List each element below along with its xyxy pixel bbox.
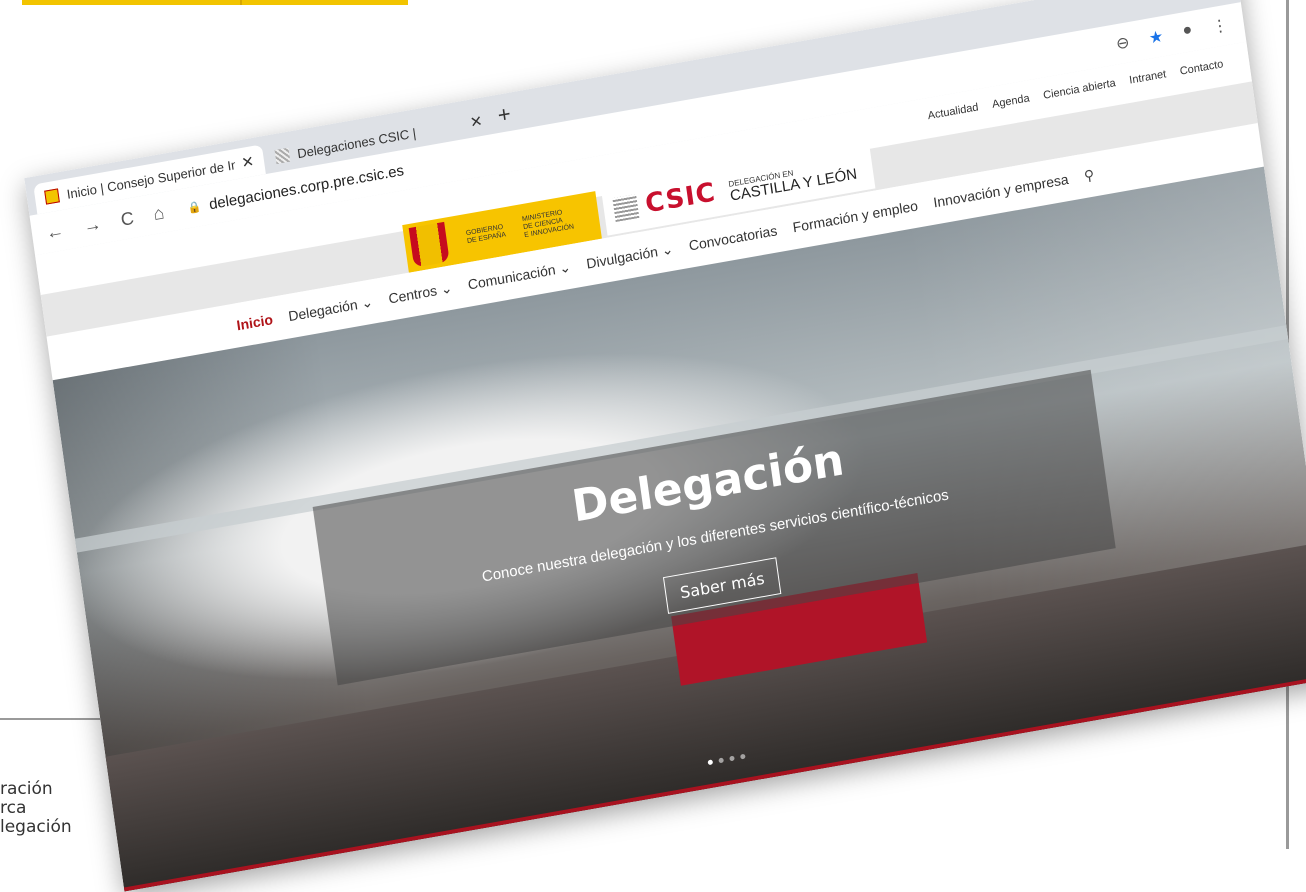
forward-icon[interactable]: → (82, 213, 103, 237)
search-icon[interactable]: ⚲ (1083, 166, 1095, 185)
link-contacto[interactable]: Contacto (1179, 58, 1224, 78)
spain-flag-icon (44, 188, 60, 205)
csic-mark-icon (612, 194, 640, 223)
caption-line: legación (0, 817, 72, 837)
menu-icon[interactable]: ⋮ (1211, 15, 1230, 38)
maximize-icon[interactable]: ▢ (1165, 0, 1183, 3)
minimize-icon[interactable]: – (1129, 0, 1141, 9)
zoom-icon[interactable]: ⊖ (1115, 32, 1131, 54)
browser-screenshot: Inicio | Consejo Superior de Inve ✕ Dele… (24, 0, 1306, 892)
slider-dot[interactable] (740, 753, 746, 760)
link-ciencia-abierta[interactable]: Ciencia abierta (1043, 77, 1117, 102)
menu-item-inicio[interactable]: Inicio (236, 311, 274, 333)
menu-item-delegacion[interactable]: Delegación ⌄ (287, 293, 374, 325)
profile-icon[interactable]: ● (1181, 21, 1193, 42)
close-icon[interactable]: ✕ (469, 112, 484, 132)
bookmark-star-icon[interactable]: ★ (1148, 26, 1165, 48)
caption-line: ración (0, 779, 53, 799)
menu-item-formacion[interactable]: Formación y empleo (792, 197, 919, 235)
close-icon[interactable]: ✕ (240, 152, 255, 172)
page-caption: ración rca legación (0, 780, 72, 837)
menu-item-convocatorias[interactable]: Convocatorias (688, 222, 778, 253)
menu-item-centros[interactable]: Centros ⌄ (387, 279, 453, 307)
reload-icon[interactable]: C (119, 207, 135, 230)
link-agenda[interactable]: Agenda (991, 92, 1030, 110)
top-yellow-bar (22, 0, 408, 5)
link-actualidad[interactable]: Actualidad (927, 101, 979, 122)
menu-item-divulgacion[interactable]: Divulgación ⌄ (585, 240, 674, 272)
slider-dot[interactable] (718, 757, 724, 764)
gov-text: GOBIERNO DE ESPAÑA (466, 223, 507, 246)
ministry-text: MINISTERIO DE CIENCIA E INNOVACIÓN (522, 208, 575, 241)
slider-dot[interactable] (729, 755, 735, 762)
saber-mas-button[interactable]: Saber más (662, 557, 782, 614)
link-intranet[interactable]: Intranet (1129, 68, 1167, 86)
coat-of-arms-icon (408, 221, 450, 268)
csic-favicon-icon (274, 147, 291, 165)
lock-icon: 🔒 (186, 200, 203, 215)
back-icon[interactable]: ← (45, 220, 66, 244)
slider-dot[interactable] (707, 759, 714, 766)
caption-line: rca (0, 798, 27, 818)
menu-item-comunicacion[interactable]: Comunicación ⌄ (467, 258, 572, 293)
home-icon[interactable]: ⌂ (152, 202, 166, 225)
new-tab-button[interactable]: + (496, 101, 512, 129)
top-yellow-separator (240, 0, 242, 5)
csic-name: CSIC (643, 177, 718, 220)
